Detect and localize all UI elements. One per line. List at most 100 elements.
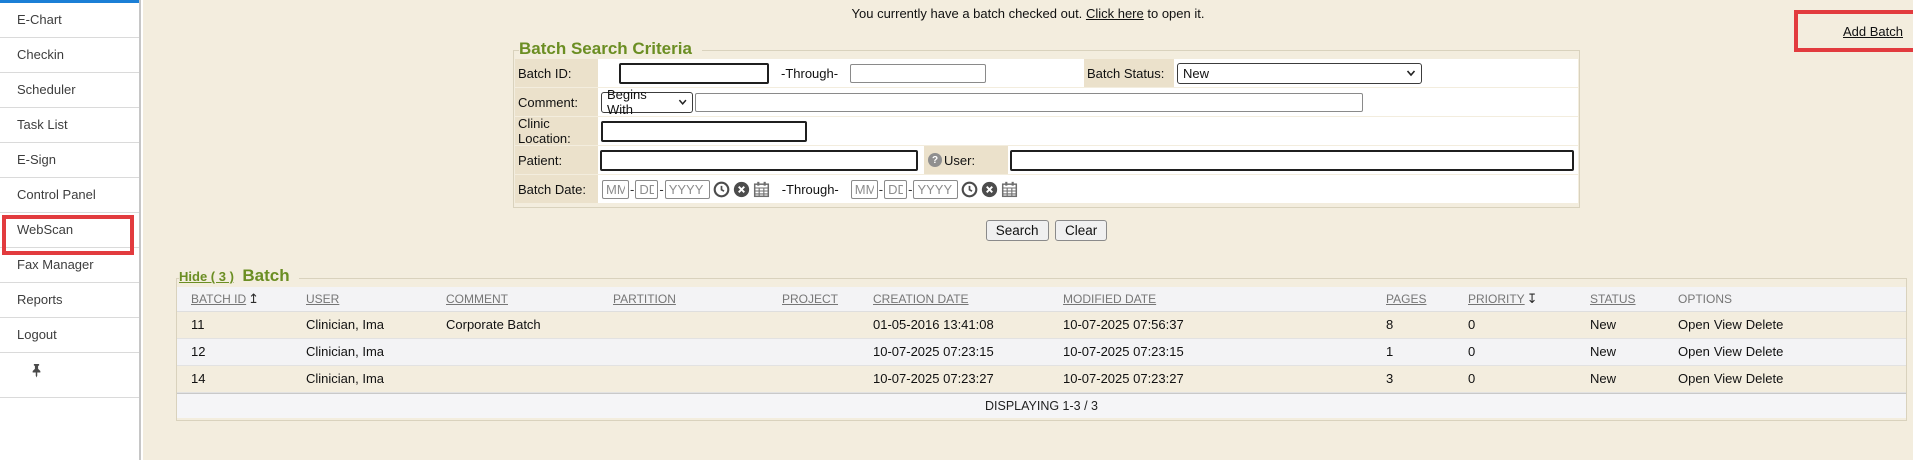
view-batch-action[interactable]: View (1714, 344, 1742, 359)
comment-row: Comment: Begins With (515, 88, 1578, 116)
user-input[interactable] (1010, 150, 1574, 171)
cell-priority: 0 (1454, 311, 1576, 338)
cell-comment: Corporate Batch (432, 311, 599, 338)
column-header-partition[interactable]: PARTITION (599, 287, 768, 311)
cell-comment (432, 365, 599, 392)
time-clock-icon[interactable] (713, 181, 730, 198)
column-header-options: OPTIONS (1664, 287, 1906, 311)
checkout-message-suffix: to open it. (1147, 6, 1204, 21)
batch-table: BATCH ID↥ USER COMMENT PARTITION PROJECT… (177, 287, 1906, 393)
sidebar-item-e-chart[interactable]: E-Chart (0, 3, 139, 38)
calendar-icon[interactable] (1001, 181, 1018, 198)
webscan-app: E-Chart Checkin Scheduler Task List E-Si… (0, 0, 1913, 460)
sidebar-item-webscan[interactable]: WebScan (0, 213, 139, 248)
batch-status-select[interactable]: New (1177, 63, 1422, 84)
cell-partition (599, 365, 768, 392)
open-batch-action[interactable]: Open (1678, 371, 1710, 386)
clinic-location-label: Clinic Location: (515, 117, 598, 145)
time-clock-icon[interactable] (961, 181, 978, 198)
clear-date-icon[interactable] (733, 181, 750, 198)
cell-status: New (1576, 338, 1664, 365)
sort-asc-icon: ↥ (248, 291, 259, 307)
batch-date-to-dd-input[interactable] (884, 180, 907, 199)
help-icon[interactable]: ? (928, 153, 942, 167)
cell-pages: 3 (1372, 365, 1454, 392)
cell-modified-date: 10-07-2025 07:56:37 (1049, 311, 1372, 338)
batch-date-label: Batch Date: (515, 175, 598, 203)
sidebar-item-control-panel[interactable]: Control Panel (0, 178, 139, 213)
cell-project (768, 311, 859, 338)
sidebar-item-e-sign[interactable]: E-Sign (0, 143, 139, 178)
cell-modified-date: 10-07-2025 07:23:27 (1049, 365, 1372, 392)
search-legend: Batch Search Criteria (519, 39, 702, 59)
cell-pages: 8 (1372, 311, 1454, 338)
cell-priority: 0 (1454, 338, 1576, 365)
pushpin-icon (29, 363, 44, 378)
comment-label: Comment: (515, 88, 598, 116)
comment-input[interactable] (695, 93, 1363, 112)
date-separator: - (908, 182, 912, 197)
batch-date-from-yyyy-input[interactable] (665, 180, 710, 199)
cell-options: Open View Delete (1664, 311, 1906, 338)
results-legend: Hide ( 3 ) Batch (179, 266, 299, 286)
column-header-batch-id[interactable]: BATCH ID↥ (177, 287, 292, 311)
delete-batch-action[interactable]: Delete (1746, 317, 1784, 332)
open-batch-link[interactable]: Click here (1086, 6, 1144, 21)
sidebar-pin-item[interactable] (0, 363, 139, 398)
cell-comment (432, 338, 599, 365)
column-header-status[interactable]: STATUS (1576, 287, 1664, 311)
cell-project (768, 365, 859, 392)
patient-input[interactable] (600, 150, 918, 171)
column-header-priority[interactable]: PRIORITY↧ (1454, 287, 1576, 311)
clear-date-icon[interactable] (981, 181, 998, 198)
clear-button[interactable]: Clear (1055, 220, 1107, 241)
table-header-row: BATCH ID↥ USER COMMENT PARTITION PROJECT… (177, 287, 1906, 311)
cell-batch-id: 14 (177, 365, 292, 392)
cell-modified-date: 10-07-2025 07:23:15 (1049, 338, 1372, 365)
batch-status-label: Batch Status: (1084, 59, 1174, 87)
batch-status-value: New (1183, 66, 1209, 81)
sidebar-item-task-list[interactable]: Task List (0, 108, 139, 143)
delete-batch-action[interactable]: Delete (1746, 371, 1784, 386)
sidebar-item-logout[interactable]: Logout (0, 318, 139, 353)
column-header-creation-date[interactable]: CREATION DATE (859, 287, 1049, 311)
comment-operator-select[interactable]: Begins With (601, 92, 693, 113)
batch-date-to-yyyy-input[interactable] (913, 180, 958, 199)
clinic-location-input[interactable] (601, 121, 807, 142)
view-batch-action[interactable]: View (1714, 317, 1742, 332)
add-batch-link[interactable]: Add Batch (1843, 24, 1903, 39)
sidebar-item-checkin[interactable]: Checkin (0, 38, 139, 73)
batch-date-row: Batch Date: - - (515, 175, 1578, 203)
column-header-pages[interactable]: PAGES (1372, 287, 1454, 311)
open-batch-action[interactable]: Open (1678, 317, 1710, 332)
date-separator: - (879, 182, 883, 197)
batch-date-to-mm-input[interactable] (851, 180, 878, 199)
clinic-location-row: Clinic Location: (515, 117, 1578, 145)
delete-batch-action[interactable]: Delete (1746, 344, 1784, 359)
chevron-down-icon (1406, 68, 1416, 78)
calendar-icon[interactable] (753, 181, 770, 198)
column-header-user[interactable]: USER (292, 287, 432, 311)
batch-id-to-input[interactable] (850, 64, 986, 83)
checkout-message: You currently have a batch checked out. … (143, 6, 1913, 21)
hide-link[interactable]: Hide ( 3 ) (179, 269, 234, 284)
date-separator: - (659, 182, 663, 197)
column-header-project[interactable]: PROJECT (768, 287, 859, 311)
view-batch-action[interactable]: View (1714, 371, 1742, 386)
batch-date-from-dd-input[interactable] (635, 180, 658, 199)
open-batch-action[interactable]: Open (1678, 344, 1710, 359)
sidebar-item-fax-manager[interactable]: Fax Manager (0, 248, 139, 283)
search-button[interactable]: Search (986, 220, 1049, 241)
sidebar-item-scheduler[interactable]: Scheduler (0, 73, 139, 108)
column-header-comment[interactable]: COMMENT (432, 287, 599, 311)
cell-options: Open View Delete (1664, 338, 1906, 365)
batch-id-from-input[interactable] (619, 63, 769, 84)
column-header-modified-date[interactable]: MODIFIED DATE (1049, 287, 1372, 311)
batch-results-panel: Hide ( 3 ) Batch BATCH ID↥ USER COMMENT … (176, 278, 1907, 421)
through-label: -Through- (782, 182, 839, 197)
table-row: 12 Clinician, Ima 10-07-2025 07:23:15 10… (177, 338, 1906, 365)
cell-user: Clinician, Ima (292, 311, 432, 338)
batch-date-from-mm-input[interactable] (602, 180, 629, 199)
sidebar-item-reports[interactable]: Reports (0, 283, 139, 318)
cell-project (768, 338, 859, 365)
